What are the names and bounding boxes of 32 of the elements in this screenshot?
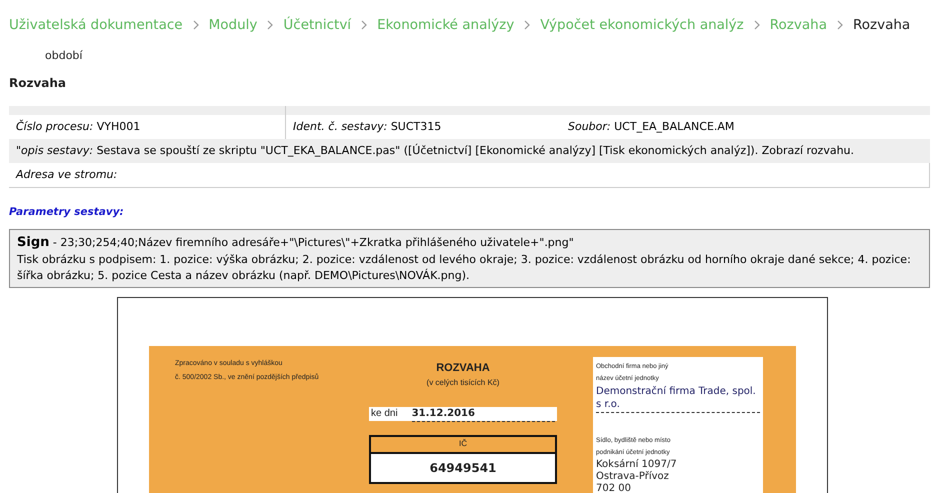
report-ident: Ident. č. sestavy: SUCT315 [292, 118, 442, 135]
breadcrumb-link[interactable]: Výpočet ekonomických analýz [540, 14, 744, 36]
breadcrumb-link[interactable]: Ekonomické analýzy [377, 14, 514, 36]
ic-label: IČ [371, 436, 555, 454]
chevron-icon [836, 20, 843, 30]
tree-address: Adresa ve stromu: [9, 163, 930, 187]
cut-text: období [45, 50, 84, 62]
address-line: Ostrava-Přívoz [596, 471, 670, 484]
chevron-icon [192, 20, 199, 30]
report-description: "opis sestavy: Sestava se spouští ze skriptu "UCT_EKA_BALANCE.pas" ([Účetnictví] [Ekonomické analýzy] [Tisk ekonomických analýz]). Zobrazí rozvahu. [9, 139, 930, 163]
form-subtitle: (v celých tisících Kč) [426, 376, 500, 389]
chevron-icon [267, 20, 274, 30]
chevron-icon [361, 20, 368, 30]
chevron-icon [524, 20, 530, 30]
date-label: ke dni [371, 407, 398, 422]
company-name: Demonstrační firma Trade, spol. s r.o. [596, 385, 760, 414]
file-name: Soubor: UCT_EA_BALANCE.AM [567, 118, 736, 135]
chevron-icon [754, 20, 760, 30]
ic-value: 64949541 [428, 460, 498, 477]
parameter-description: Tisk obrázku s podpisem: 1. pozice: výška obrázku; 2. pozice: vzdálenost od levého okraje; 3. pozice: vzdálenost obrázku od horního okraje dané sekce; 4. pozice: šířka obrázku; 5. pozice Cesta a název obrázku (např. DEMO\Pictures\NOVÁK.png). [17, 252, 912, 284]
parameters-title: Parametry sestavy: [9, 205, 125, 220]
section-heading: Rozvaha [9, 75, 68, 92]
address-line: 702 00 [596, 483, 632, 493]
breadcrumb-link[interactable]: Moduly [208, 14, 258, 36]
breadcrumb-link[interactable]: Rozvaha [852, 14, 910, 36]
breadcrumb-link[interactable]: Uživatelská dokumentace [9, 14, 183, 36]
parameter-signature: Sign - 23;30;254;40;Název firemního adresáře+"\Pictures\"+Zkratka přihlášeného uživatele+".png" [17, 234, 575, 252]
address-line: Koksární 1097/7 [596, 459, 678, 471]
breadcrumb-link[interactable]: Účetnictví [283, 14, 352, 36]
date-value: 31.12.2016 [412, 406, 555, 422]
breadcrumb-link[interactable]: Rozvaha [770, 14, 827, 36]
form-title: ROZVAHA [436, 361, 490, 376]
